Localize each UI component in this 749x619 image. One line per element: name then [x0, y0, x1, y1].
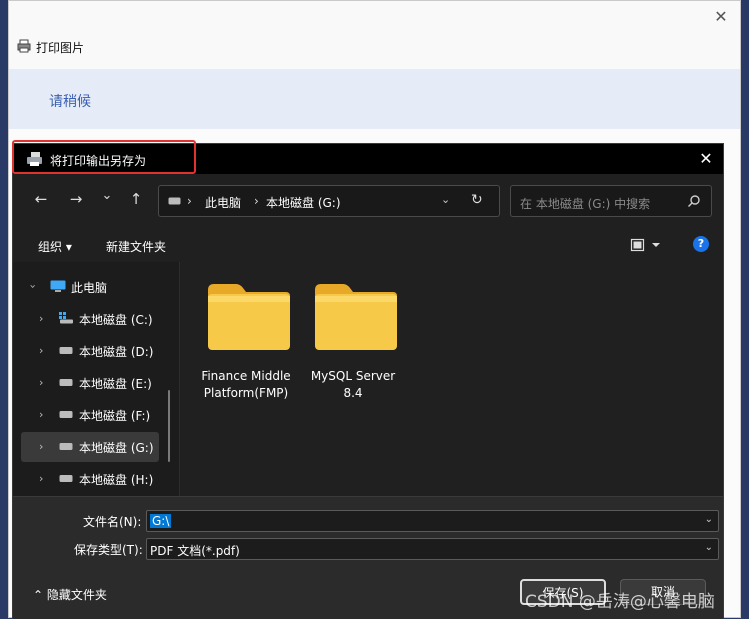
- drive-icon: [59, 347, 73, 354]
- sidebar-label: 本地磁盘 (C:): [79, 313, 153, 327]
- chevron-down-icon[interactable]: ⌄: [705, 514, 713, 525]
- help-icon[interactable]: ?: [693, 236, 709, 252]
- sidebar-item-drive-h[interactable]: › 本地磁盘 (H:): [13, 464, 171, 494]
- drive-icon: [168, 197, 181, 205]
- folder-name-line: Platform(FMP): [203, 386, 289, 400]
- sidebar-item-drive-e[interactable]: › 本地磁盘 (E:): [13, 368, 171, 398]
- hide-folders-button[interactable]: ⌃ 隐藏文件夹: [33, 586, 107, 603]
- filetype-label: 保存类型(T):: [74, 543, 143, 557]
- breadcrumb-drive-g[interactable]: 本地磁盘 (G:): [266, 194, 341, 211]
- sidebar-item-drive-c[interactable]: › 本地磁盘 (C:): [13, 304, 171, 334]
- navigation-scrollbar[interactable]: [168, 390, 170, 462]
- title-highlight-box: [12, 140, 196, 174]
- sidebar-label: 本地磁盘 (E:): [79, 377, 152, 391]
- drive-icon: [59, 475, 73, 482]
- refresh-icon[interactable]: ↻: [471, 192, 483, 208]
- navigation-pane: › 此电脑 › 本地磁盘 (C:) › 本地磁盘 (D:) › 本地磁盘 (E:…: [13, 262, 179, 496]
- folder-name-line: Finance Middle: [201, 369, 291, 383]
- organize-menu-button[interactable]: 组织 ▾: [38, 238, 72, 255]
- view-options-icon[interactable]: [630, 237, 664, 253]
- expanded-chevron-icon[interactable]: ›: [27, 284, 40, 288]
- search-icon: [688, 195, 700, 207]
- folder-item[interactable]: MySQL Server 8.4: [301, 282, 405, 402]
- chevron-down-icon[interactable]: ⌄: [705, 542, 713, 553]
- pane-divider[interactable]: [179, 262, 180, 496]
- drive-icon: [59, 379, 73, 386]
- print-window-title: 打印图片: [36, 41, 85, 55]
- dialog-toolbar: 组织 ▾ 新建文件夹 ?: [13, 230, 723, 260]
- folder-name-line: 8.4: [343, 386, 363, 400]
- collapsed-chevron-icon[interactable]: ›: [39, 344, 43, 357]
- search-input[interactable]: 在 本地磁盘 (G:) 中搜索: [510, 185, 712, 217]
- folder-icon: [208, 284, 290, 350]
- folder-item[interactable]: Finance Middle Platform(FMP): [194, 282, 298, 402]
- collapsed-chevron-icon[interactable]: ›: [39, 376, 43, 389]
- dialog-titlebar: 将打印输出另存为 ✕: [12, 140, 723, 174]
- collapsed-chevron-icon[interactable]: ›: [39, 408, 43, 421]
- folder-name: MySQL Server 8.4: [301, 368, 405, 402]
- sidebar-item-drive-f[interactable]: › 本地磁盘 (F:): [13, 400, 171, 430]
- collapsed-chevron-icon[interactable]: ›: [39, 472, 43, 485]
- search-placeholder: 在 本地磁盘 (G:) 中搜索: [520, 197, 651, 211]
- print-status-banner: 请稍候: [9, 69, 740, 129]
- filetype-value: PDF 文档(*.pdf): [150, 544, 240, 558]
- sidebar-label: 本地磁盘 (F:): [79, 409, 151, 423]
- filename-label: 文件名(N):: [83, 515, 142, 529]
- dialog-close-button[interactable]: ✕: [695, 148, 717, 170]
- print-titlebar: 打印图片 ✕: [9, 1, 740, 69]
- filetype-select[interactable]: PDF 文档(*.pdf) ⌄: [146, 538, 719, 560]
- sidebar-label: 本地磁盘 (H:): [79, 473, 154, 487]
- collapsed-chevron-icon[interactable]: ›: [39, 440, 43, 453]
- sidebar-item-drive-g[interactable]: › 本地磁盘 (G:): [21, 432, 159, 462]
- back-button[interactable]: ←: [30, 188, 52, 210]
- address-bar[interactable]: › 此电脑 › 本地磁盘 (G:) ⌄ ↻: [158, 185, 500, 217]
- breadcrumb-separator: ›: [187, 194, 192, 208]
- sidebar-item-this-pc[interactable]: › 此电脑: [13, 272, 171, 302]
- up-button[interactable]: ↑: [125, 188, 147, 210]
- drive-icon: [59, 443, 73, 450]
- sidebar-label-this-pc: 此电脑: [71, 281, 108, 295]
- sidebar-item-drive-d[interactable]: › 本地磁盘 (D:): [13, 336, 171, 366]
- filename-input[interactable]: G:\ ⌄: [146, 510, 719, 532]
- folder-name-line: MySQL Server: [310, 369, 396, 383]
- breadcrumb-separator: ›: [254, 194, 259, 208]
- breadcrumb-this-pc[interactable]: 此电脑: [205, 194, 241, 211]
- print-status-text: 请稍候: [49, 94, 91, 110]
- collapsed-chevron-icon[interactable]: ›: [39, 312, 43, 325]
- drive-icon: [59, 411, 73, 418]
- address-dropdown-icon[interactable]: ⌄: [441, 193, 450, 206]
- folder-icon: [315, 284, 397, 350]
- monitor-icon: [50, 280, 66, 292]
- printer-icon: [17, 39, 31, 53]
- recent-locations-button[interactable]: ⌄: [96, 185, 118, 207]
- save-print-output-dialog: 将打印输出另存为 ✕ ← → ⌄ ↑ › 此电脑 › 本地磁盘 (G:) ⌄ ↻…: [12, 140, 724, 619]
- print-close-button[interactable]: ✕: [710, 7, 732, 27]
- new-folder-button[interactable]: 新建文件夹: [106, 238, 166, 255]
- filename-value: G:\: [150, 514, 172, 528]
- watermark-text: CSDN @岳涛@心馨电脑: [525, 592, 715, 612]
- system-drive-icon: [59, 312, 73, 324]
- sidebar-label: 本地磁盘 (D:): [79, 345, 154, 359]
- sidebar-label: 本地磁盘 (G:): [79, 441, 154, 455]
- forward-button[interactable]: →: [65, 188, 87, 210]
- folder-name: Finance Middle Platform(FMP): [194, 368, 298, 402]
